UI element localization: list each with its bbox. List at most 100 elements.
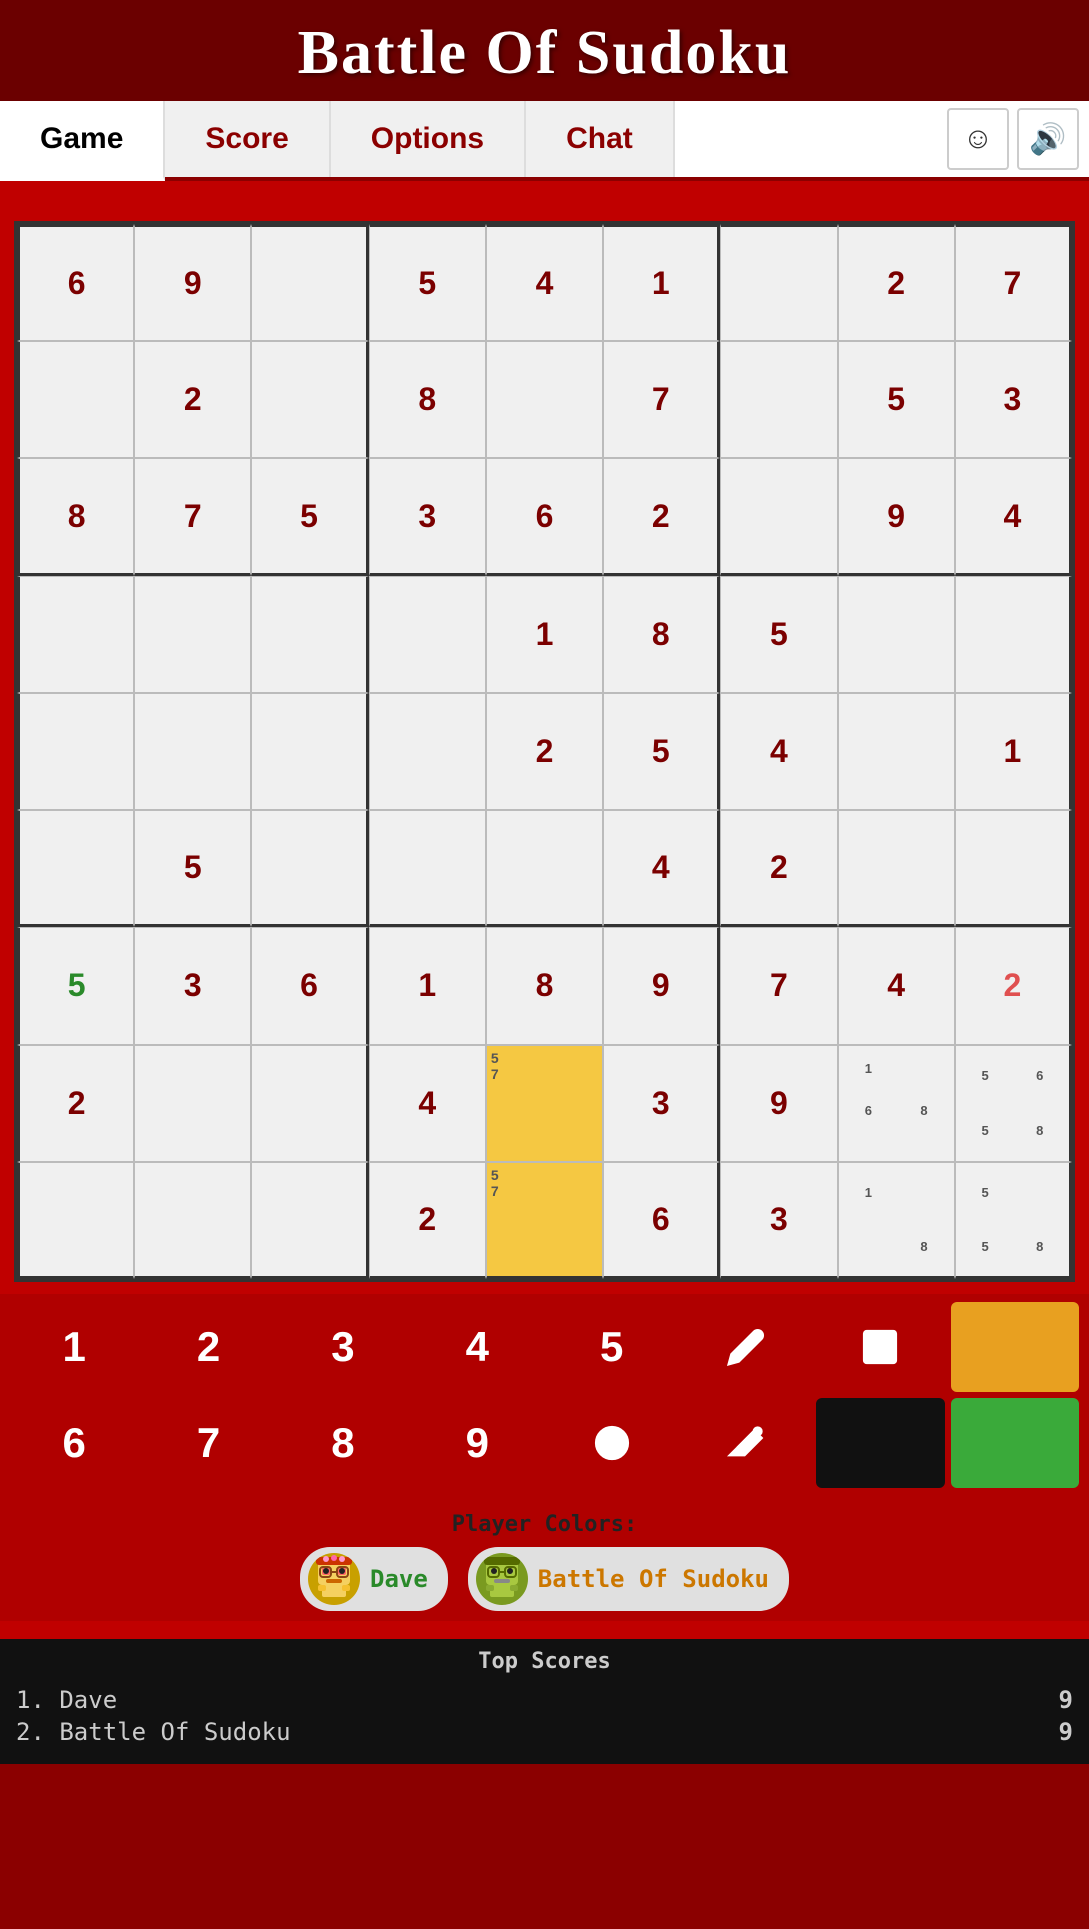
cell-4-7[interactable] [838, 693, 955, 810]
cell-6-5[interactable]: 9 [603, 927, 720, 1044]
cell-6-6[interactable]: 7 [720, 927, 837, 1044]
emoji-button[interactable]: ☺ [947, 108, 1009, 170]
cell-8-5[interactable]: 6 [603, 1162, 720, 1279]
cell-6-1[interactable]: 3 [134, 927, 251, 1044]
cell-0-2[interactable] [251, 224, 368, 341]
cell-3-7[interactable] [838, 576, 955, 693]
cell-7-3[interactable]: 4 [369, 1045, 486, 1162]
cell-0-6[interactable] [720, 224, 837, 341]
cell-7-6[interactable]: 9 [720, 1045, 837, 1162]
numpad-2[interactable]: 2 [144, 1302, 272, 1392]
cell-0-5[interactable]: 1 [603, 224, 720, 341]
cell-5-8[interactable] [955, 810, 1072, 927]
cell-3-2[interactable] [251, 576, 368, 693]
cell-2-1[interactable]: 7 [134, 458, 251, 575]
cell-8-1[interactable] [134, 1162, 251, 1279]
cell-1-6[interactable] [720, 341, 837, 458]
cell-3-1[interactable] [134, 576, 251, 693]
cell-6-3[interactable]: 1 [369, 927, 486, 1044]
cell-6-7[interactable]: 4 [838, 927, 955, 1044]
cell-7-0[interactable]: 2 [17, 1045, 134, 1162]
cell-2-8[interactable]: 4 [955, 458, 1072, 575]
cell-4-3[interactable] [369, 693, 486, 810]
cell-4-8[interactable]: 1 [955, 693, 1072, 810]
numpad-5[interactable]: 5 [548, 1302, 676, 1392]
cell-3-5[interactable]: 8 [603, 576, 720, 693]
no-button[interactable] [548, 1398, 676, 1488]
cell-2-6[interactable] [720, 458, 837, 575]
tab-chat[interactable]: Chat [526, 101, 675, 177]
cell-1-4[interactable] [486, 341, 603, 458]
cell-6-4[interactable]: 8 [486, 927, 603, 1044]
cell-1-1[interactable]: 2 [134, 341, 251, 458]
cell-3-3[interactable] [369, 576, 486, 693]
color-green-button[interactable] [951, 1398, 1079, 1488]
cell-1-7[interactable]: 5 [838, 341, 955, 458]
cell-3-0[interactable] [17, 576, 134, 693]
cell-1-2[interactable] [251, 341, 368, 458]
cell-5-1[interactable]: 5 [134, 810, 251, 927]
cell-7-5[interactable]: 3 [603, 1045, 720, 1162]
cell-6-2[interactable]: 6 [251, 927, 368, 1044]
tab-game[interactable]: Game [0, 101, 165, 181]
cell-5-7[interactable] [838, 810, 955, 927]
cell-2-3[interactable]: 3 [369, 458, 486, 575]
cell-8-6[interactable]: 3 [720, 1162, 837, 1279]
cell-8-7[interactable]: 18 [838, 1162, 955, 1279]
cell-5-3[interactable] [369, 810, 486, 927]
cell-1-3[interactable]: 8 [369, 341, 486, 458]
cell-6-0[interactable]: 5 [17, 927, 134, 1044]
numpad-4[interactable]: 4 [413, 1302, 541, 1392]
cell-8-0[interactable] [17, 1162, 134, 1279]
cell-2-4[interactable]: 6 [486, 458, 603, 575]
cell-5-5[interactable]: 4 [603, 810, 720, 927]
cell-2-5[interactable]: 2 [603, 458, 720, 575]
cell-2-0[interactable]: 8 [17, 458, 134, 575]
cell-0-7[interactable]: 2 [838, 224, 955, 341]
cell-8-3[interactable]: 2 [369, 1162, 486, 1279]
cell-2-2[interactable]: 5 [251, 458, 368, 575]
cell-5-0[interactable] [17, 810, 134, 927]
cell-4-6[interactable]: 4 [720, 693, 837, 810]
square-button[interactable] [816, 1302, 944, 1392]
tab-score[interactable]: Score [165, 101, 330, 177]
cell-7-2[interactable] [251, 1045, 368, 1162]
cell-0-4[interactable]: 4 [486, 224, 603, 341]
cell-8-4[interactable]: 57 [486, 1162, 603, 1279]
tab-options[interactable]: Options [331, 101, 526, 177]
cell-5-4[interactable] [486, 810, 603, 927]
cell-4-0[interactable] [17, 693, 134, 810]
color-black-button[interactable] [816, 1398, 944, 1488]
cell-0-0[interactable]: 6 [17, 224, 134, 341]
cell-3-8[interactable] [955, 576, 1072, 693]
eraser-button[interactable] [682, 1398, 810, 1488]
cell-4-2[interactable] [251, 693, 368, 810]
cell-3-4[interactable]: 1 [486, 576, 603, 693]
cell-6-8[interactable]: 2 [955, 927, 1072, 1044]
cell-1-5[interactable]: 7 [603, 341, 720, 458]
numpad-9[interactable]: 9 [413, 1398, 541, 1488]
cell-7-1[interactable] [134, 1045, 251, 1162]
cell-7-4[interactable]: 57 [486, 1045, 603, 1162]
cell-8-2[interactable] [251, 1162, 368, 1279]
sound-button[interactable]: 🔊 [1017, 108, 1079, 170]
cell-0-3[interactable]: 5 [369, 224, 486, 341]
cell-4-5[interactable]: 5 [603, 693, 720, 810]
color-orange-button[interactable] [951, 1302, 1079, 1392]
numpad-3[interactable]: 3 [279, 1302, 407, 1392]
cell-7-7[interactable]: 168 [838, 1045, 955, 1162]
cell-1-8[interactable]: 3 [955, 341, 1072, 458]
cell-8-8[interactable]: 558 [955, 1162, 1072, 1279]
cell-4-4[interactable]: 2 [486, 693, 603, 810]
cell-2-7[interactable]: 9 [838, 458, 955, 575]
numpad-6[interactable]: 6 [10, 1398, 138, 1488]
pencil-button[interactable] [682, 1302, 810, 1392]
cell-4-1[interactable] [134, 693, 251, 810]
cell-7-8[interactable]: 5658 [955, 1045, 1072, 1162]
cell-0-1[interactable]: 9 [134, 224, 251, 341]
numpad-8[interactable]: 8 [279, 1398, 407, 1488]
numpad-7[interactable]: 7 [144, 1398, 272, 1488]
cell-3-6[interactable]: 5 [720, 576, 837, 693]
cell-5-2[interactable] [251, 810, 368, 927]
cell-0-8[interactable]: 7 [955, 224, 1072, 341]
